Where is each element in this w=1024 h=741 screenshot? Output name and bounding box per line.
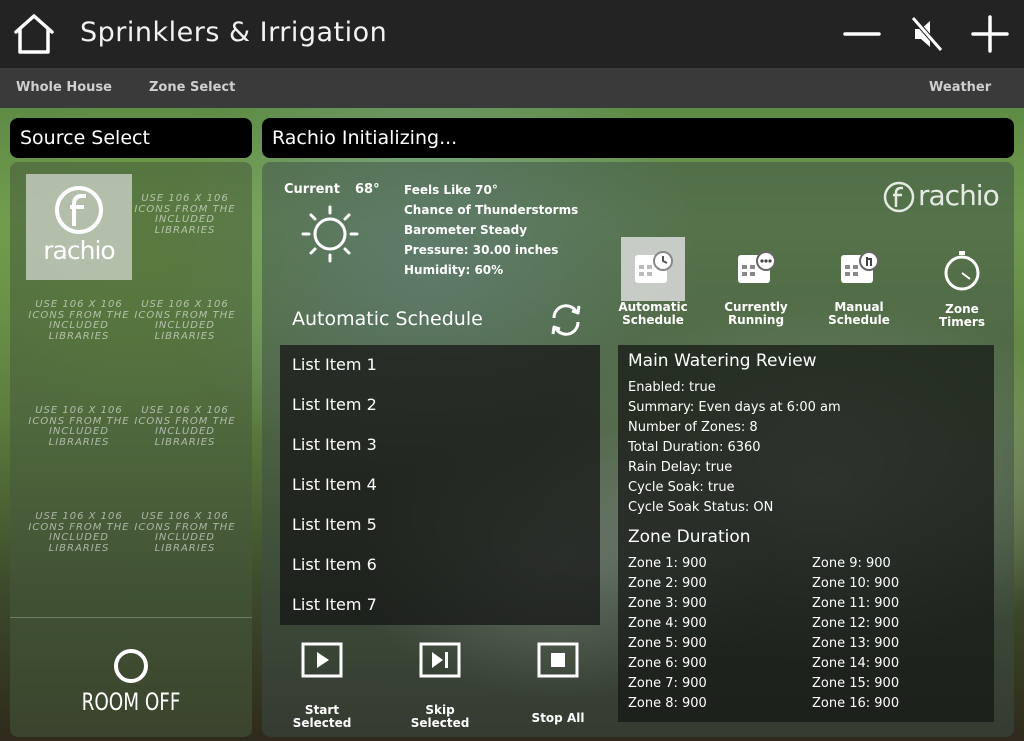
- zone-duration: Zone 8: 900: [628, 696, 707, 711]
- mode-label: Schedule: [622, 313, 684, 327]
- power-icon: [114, 649, 148, 683]
- mode-currently-running[interactable]: Currently Running: [716, 237, 796, 327]
- review-line: Number of Zones: 8: [628, 420, 758, 435]
- nav-bar: Whole House Zone Select Weather: [0, 68, 1024, 108]
- automatic-schedule-icon: [621, 237, 685, 301]
- volume-up-icon[interactable]: [970, 14, 1010, 54]
- source-placeholder-tile[interactable]: USE 106 X 106 ICONS FROM THE INCLUDED LI…: [132, 492, 238, 598]
- zone-duration: Zone 15: 900: [812, 676, 900, 691]
- skip-selected-button[interactable]: Skip Selected: [395, 642, 485, 730]
- mode-label: Schedule: [828, 313, 890, 327]
- source-placeholder-tile[interactable]: USE 106 X 106 ICONS FROM THE INCLUDED LI…: [26, 492, 132, 598]
- nav-weather[interactable]: Weather: [929, 80, 991, 95]
- mode-label: Running: [727, 313, 785, 327]
- list-item[interactable]: List Item 5: [292, 515, 377, 534]
- page-title: Sprinklers & Irrigation: [80, 17, 388, 48]
- zone-duration: Zone 7: 900: [628, 676, 707, 691]
- source-rachio-tile[interactable]: rachio: [26, 174, 132, 280]
- rachio-brand-label: rachio: [918, 179, 1000, 212]
- feels-like: Feels Like 70°: [404, 183, 498, 197]
- room-off-button[interactable]: ROOM OFF: [10, 617, 252, 738]
- manual-schedule-icon: [827, 237, 891, 301]
- forecast: Chance of Thunderstorms: [404, 203, 579, 217]
- zone-duration: Zone 16: 900: [812, 696, 900, 711]
- watering-review-panel: Main Watering Review Enabled: true Summa…: [618, 345, 994, 722]
- stop-all-button[interactable]: Stop All: [513, 642, 603, 725]
- zone-duration: Zone 9: 900: [812, 556, 891, 571]
- source-select-header: Source Select: [10, 118, 252, 158]
- skip-icon: [419, 642, 461, 678]
- zone-duration: Zone 11: 900: [812, 596, 900, 611]
- transport-label: Selected: [292, 716, 352, 730]
- play-icon: [301, 642, 343, 678]
- zone-duration: Zone 5: 900: [628, 636, 707, 651]
- stop-icon: [537, 642, 579, 678]
- zone-duration: Zone 1: 900: [628, 556, 707, 571]
- mode-automatic-schedule[interactable]: Automatic Schedule: [613, 237, 693, 327]
- nav-whole-house[interactable]: Whole House: [16, 80, 112, 95]
- current-label: Current: [284, 182, 340, 197]
- zone-duration: Zone 14: 900: [812, 656, 900, 671]
- source-placeholder-tile[interactable]: USE 106 X 106 ICONS FROM THE INCLUDED LI…: [132, 174, 238, 280]
- review-line: Cycle Soak Status: ON: [628, 500, 774, 515]
- source-rachio-label: rachio: [43, 236, 115, 265]
- review-title: Main Watering Review: [628, 351, 817, 371]
- mode-label: Timers: [938, 315, 985, 329]
- source-select-panel: rachio USE 106 X 106 ICONS FROM THE INCL…: [10, 162, 252, 737]
- mode-zone-timers[interactable]: Zone Timers: [922, 239, 1002, 329]
- rachio-status-header: Rachio Initializing...: [262, 118, 1014, 158]
- list-item[interactable]: List Item 3: [292, 435, 377, 454]
- refresh-icon[interactable]: [546, 300, 586, 340]
- nav-zone-select[interactable]: Zone Select: [149, 80, 235, 95]
- list-item[interactable]: List Item 7: [292, 595, 377, 614]
- zone-duration: Zone 3: 900: [628, 596, 707, 611]
- currently-running-icon: [724, 237, 788, 301]
- mode-manual-schedule[interactable]: Manual Schedule: [819, 237, 899, 327]
- start-selected-button[interactable]: Start Selected: [277, 642, 367, 730]
- home-icon[interactable]: [12, 12, 56, 56]
- transport-label: Stop All: [531, 711, 585, 725]
- schedule-title: Automatic Schedule: [292, 308, 483, 330]
- source-placeholder-tile[interactable]: USE 106 X 106 ICONS FROM THE INCLUDED LI…: [132, 386, 238, 492]
- zone-duration: Zone 10: 900: [812, 576, 900, 591]
- humidity: Humidity: 60%: [404, 263, 504, 277]
- zone-duration: Zone 12: 900: [812, 616, 900, 631]
- review-line: Rain Delay: true: [628, 460, 733, 475]
- zone-duration: Zone 4: 900: [628, 616, 707, 631]
- list-item[interactable]: List Item 4: [292, 475, 377, 494]
- list-item[interactable]: List Item 2: [292, 395, 377, 414]
- zone-duration: Zone 2: 900: [628, 576, 707, 591]
- rachio-main-panel: Current 68° Feels Like 70° Chance of Thu…: [262, 162, 1014, 737]
- sun-icon: [301, 205, 359, 263]
- timer-icon: [930, 239, 994, 303]
- review-line: Total Duration: 6360: [628, 440, 761, 455]
- review-line: Enabled: true: [628, 380, 716, 395]
- schedule-list[interactable]: List Item 1 List Item 2 List Item 3 List…: [280, 345, 600, 625]
- rachio-brand-icon: [883, 181, 915, 213]
- volume-down-icon[interactable]: [842, 14, 882, 54]
- zone-duration: Zone 6: 900: [628, 656, 707, 671]
- list-item[interactable]: List Item 1: [292, 355, 377, 374]
- review-line: Cycle Soak: true: [628, 480, 735, 495]
- source-placeholder-tile[interactable]: USE 106 X 106 ICONS FROM THE INCLUDED LI…: [26, 280, 132, 386]
- current-temp: 68°: [355, 182, 380, 197]
- barometer: Barometer Steady: [404, 223, 528, 237]
- zone-duration: Zone 13: 900: [812, 636, 900, 651]
- source-placeholder-tile[interactable]: USE 106 X 106 ICONS FROM THE INCLUDED LI…: [132, 280, 238, 386]
- room-off-label: ROOM OFF: [81, 688, 181, 716]
- list-item[interactable]: List Item 6: [292, 555, 377, 574]
- transport-label: Selected: [410, 716, 470, 730]
- source-placeholder-tile[interactable]: USE 106 X 106 ICONS FROM THE INCLUDED LI…: [26, 386, 132, 492]
- mute-icon[interactable]: [907, 14, 947, 54]
- zone-duration-title: Zone Duration: [628, 527, 751, 547]
- top-bar: Sprinklers & Irrigation: [0, 0, 1024, 68]
- review-line: Summary: Even days at 6:00 am: [628, 400, 841, 415]
- pressure: Pressure: 30.00 inches: [404, 243, 559, 257]
